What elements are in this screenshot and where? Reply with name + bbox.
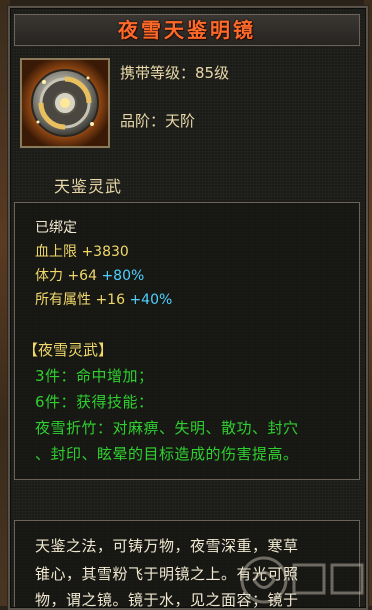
stat-hp-label: 血上限 (35, 244, 77, 260)
set-skill-line-2: 、封印、眩晕的目标造成的伤害提高。 (35, 445, 299, 463)
item-title: 夜雪天鉴明镜 (118, 18, 256, 42)
item-grade: 品阶：天阶 (120, 112, 196, 130)
stat-stamina-pct: +80% (101, 268, 145, 284)
watermark-logo (240, 556, 364, 604)
stat-hp: 血上限 +3830 (35, 241, 129, 261)
stat-all-attr: 所有属性 +16 +40% (35, 289, 172, 309)
stat-stamina-label: 体力 (35, 268, 63, 284)
stat-all-attr-pct: +40% (129, 292, 173, 308)
stat-hp-value: +3830 (81, 244, 129, 260)
set-bonus-6: 6件：获得技能： (35, 393, 154, 411)
set-skill-line-1: 夜雪折竹：对麻痹、失明、散功、封穴 (35, 419, 299, 437)
stat-all-attr-label: 所有属性 (35, 292, 91, 308)
set-name: 【夜雪灵武】 (23, 341, 114, 359)
set-bonus-3: 3件：命中增加； (35, 367, 154, 385)
stat-stamina: 体力 +64 +80% (35, 265, 144, 285)
carry-level: 携带等级：85级 (120, 64, 230, 82)
mirror-disc-icon (22, 60, 108, 146)
title-bar: 夜雪天鉴明镜 (14, 14, 360, 46)
item-icon-frame (20, 58, 110, 148)
section-label: 天鉴灵武 (54, 177, 123, 196)
stat-all-attr-value: +16 (95, 292, 125, 308)
stat-stamina-value: +64 (67, 268, 97, 284)
bound-status: 已绑定 (35, 220, 77, 236)
stats-box: 已绑定 血上限 +3830 体力 +64 +80% 所有属性 +16 +40% … (14, 202, 360, 480)
